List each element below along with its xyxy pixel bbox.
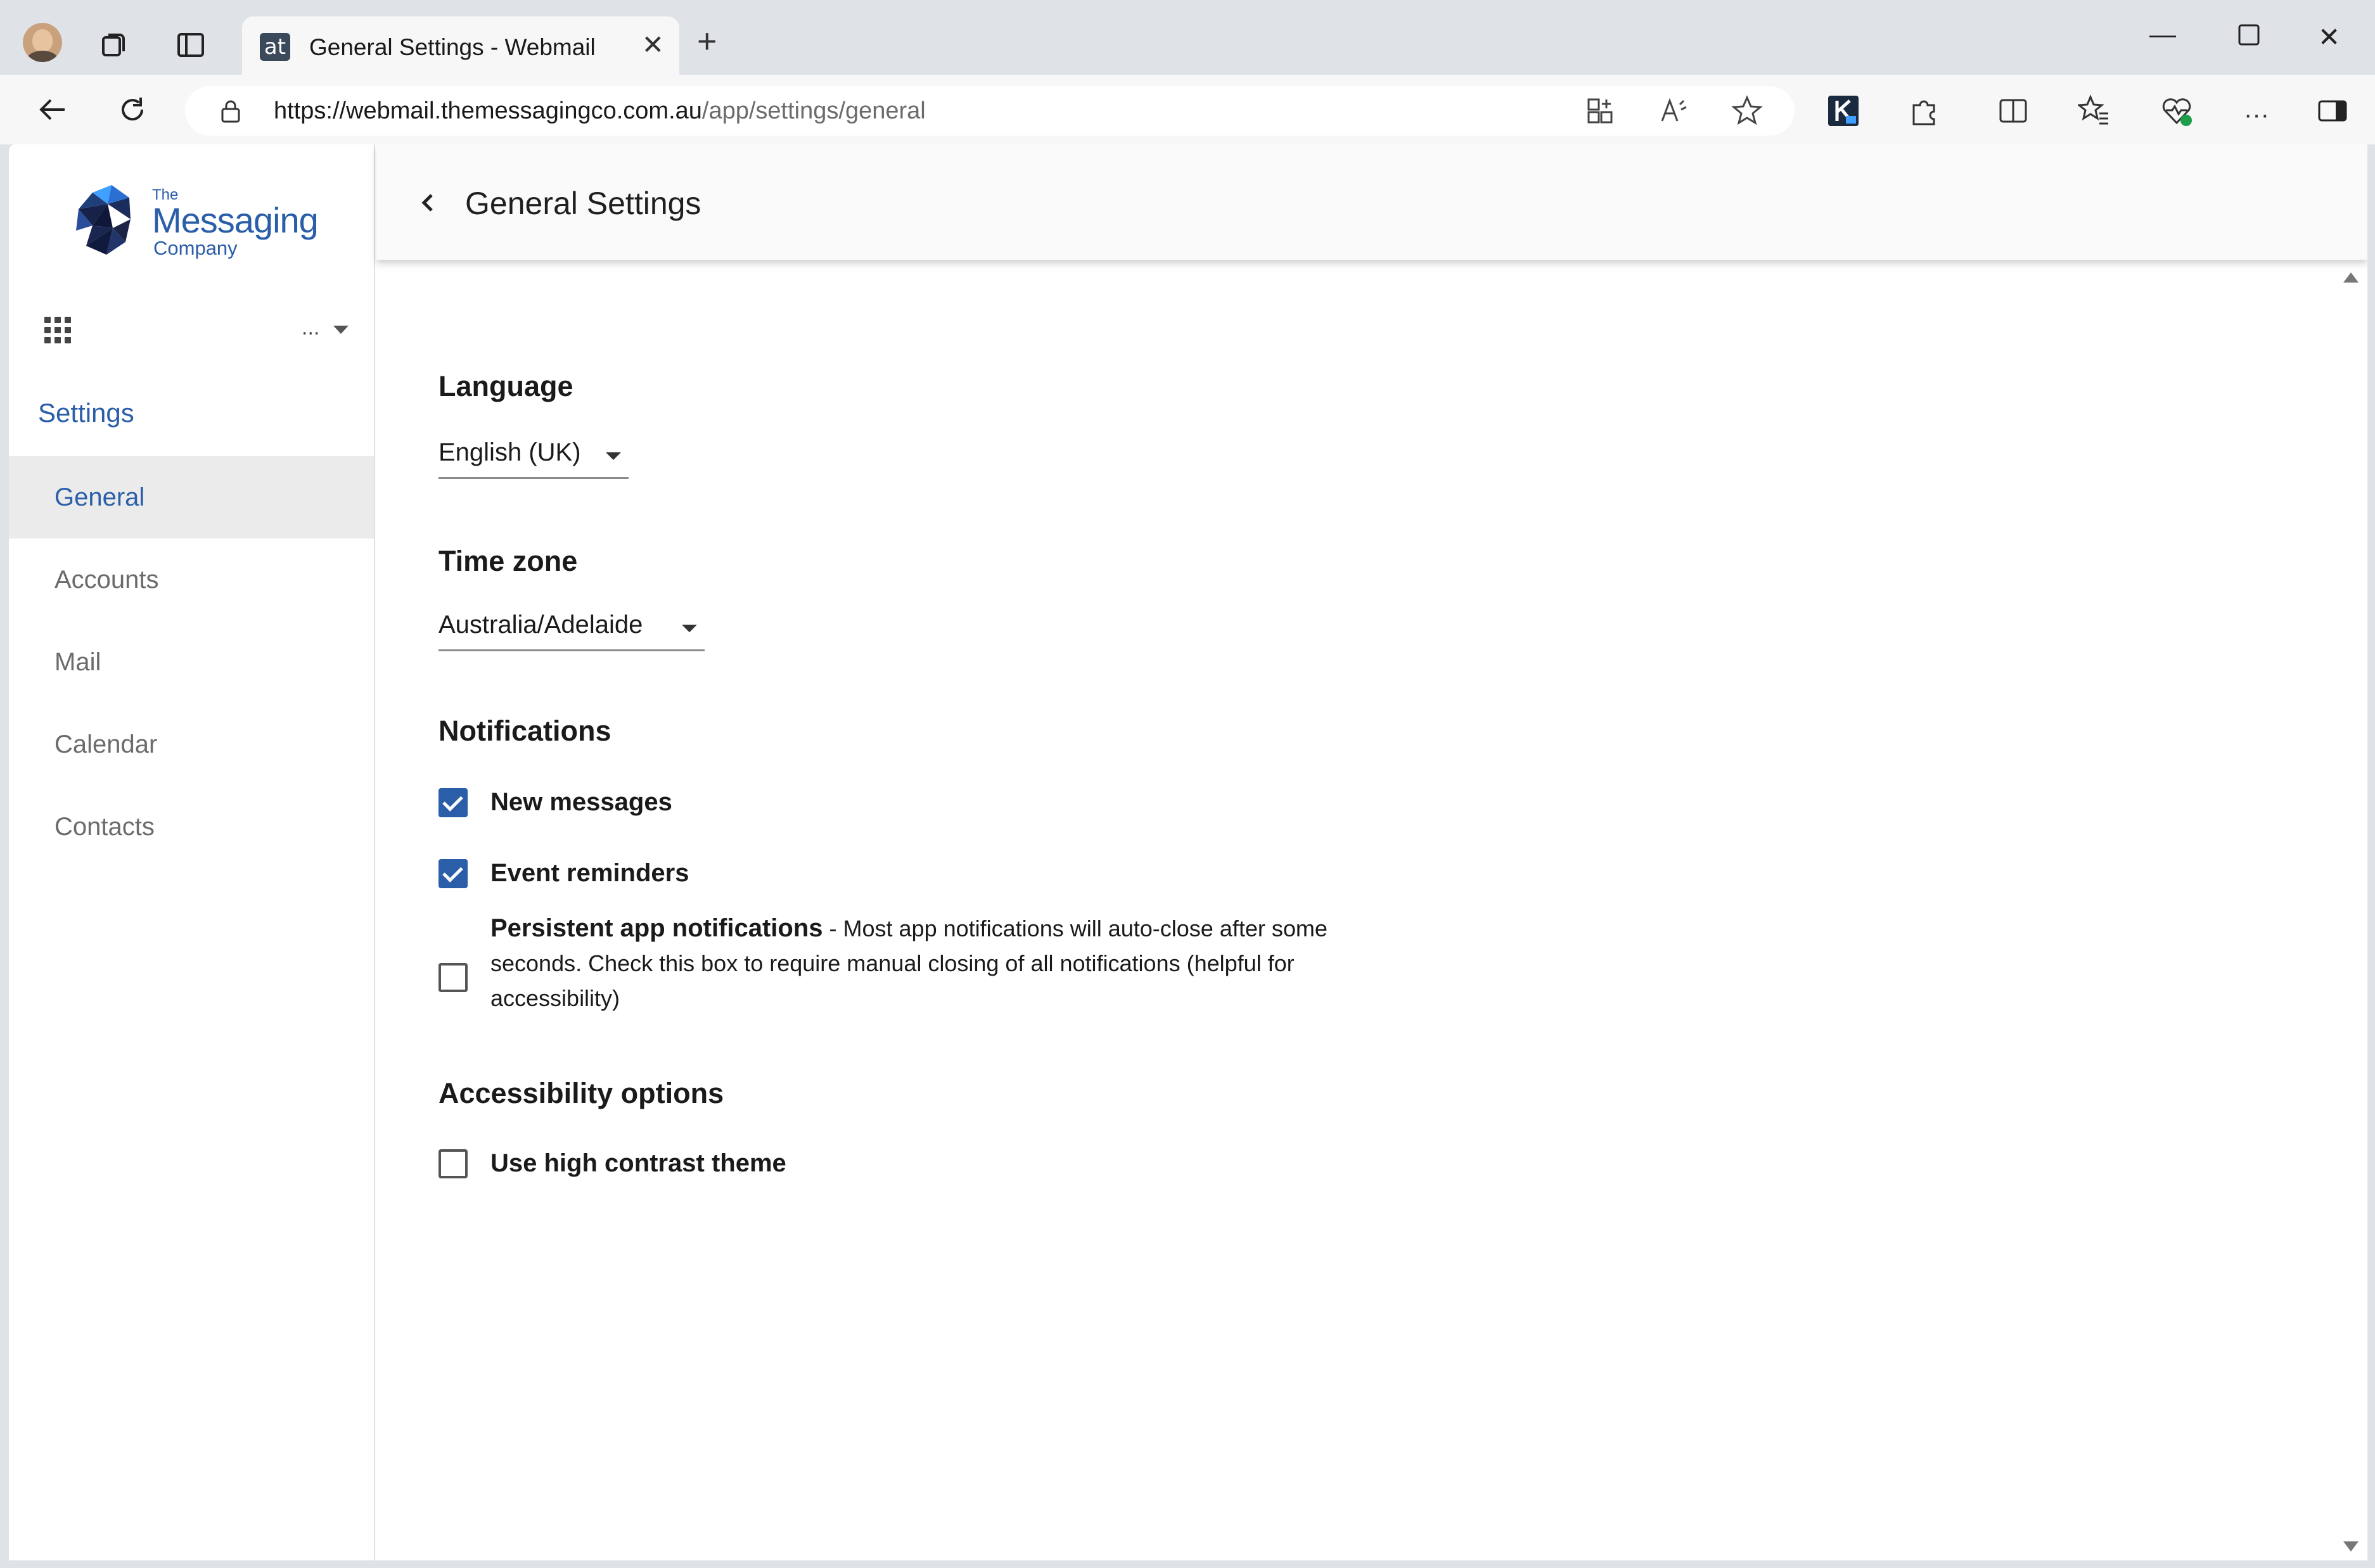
settings-content: General Settings Language English (UK) T…: [376, 144, 2367, 1560]
close-tab-icon[interactable]: ✕: [642, 29, 664, 60]
sidebar-toggle-icon[interactable]: [2315, 94, 2350, 128]
language-heading: Language: [439, 370, 573, 402]
back-chevron-icon[interactable]: [411, 185, 446, 220]
high-contrast-checkbox[interactable]: [439, 1149, 468, 1178]
new-messages-checkbox[interactable]: [439, 788, 468, 817]
chevron-down-icon[interactable]: [333, 326, 349, 334]
tab-favicon: at: [260, 33, 290, 61]
persistent-notifications-label: Persistent app notifications: [490, 914, 823, 942]
tab-title: General Settings - Webmail: [309, 34, 596, 60]
high-contrast-label: Use high contrast theme: [490, 1149, 786, 1177]
settings-nav: General Accounts Mail Calendar Contacts: [9, 456, 374, 868]
maximize-icon[interactable]: [2237, 23, 2262, 54]
accessibility-heading: Accessibility options: [439, 1077, 724, 1109]
logo-wordmark: The Messaging Company: [152, 188, 319, 259]
active-tab[interactable]: at General Settings - Webmail ✕: [242, 16, 679, 75]
notifications-heading: Notifications: [439, 715, 611, 747]
app-available-icon[interactable]: [1583, 94, 1617, 128]
persistent-notifications-text: Persistent app notifications - Most app …: [490, 911, 1340, 1016]
browser-essentials-icon[interactable]: [2160, 94, 2194, 128]
back-arrow-icon[interactable]: [32, 89, 74, 131]
tab-actions-icon[interactable]: [169, 23, 213, 67]
content-header: General Settings: [376, 144, 2367, 260]
extensions-puzzle-icon[interactable]: [1907, 94, 1942, 128]
logo-mark-icon: [76, 185, 131, 255]
extension-k-icon[interactable]: [1826, 94, 1860, 128]
favorites-icon[interactable]: [2077, 94, 2111, 128]
split-screen-icon[interactable]: [1996, 94, 2030, 128]
more-menu-icon[interactable]: ···: [2239, 98, 2274, 132]
scroll-down-icon[interactable]: [2343, 1541, 2359, 1552]
language-select[interactable]: English (UK): [439, 431, 629, 479]
chevron-down-icon: [682, 625, 697, 632]
logo-sub: Company: [153, 237, 238, 259]
sidebar-item-general[interactable]: General: [9, 456, 374, 539]
sidebar: The Messaging Company ... Settings Gener…: [9, 144, 375, 1560]
minimize-icon[interactable]: —: [2149, 19, 2176, 49]
url-text[interactable]: https://webmail.themessagingco.com.au/ap…: [274, 98, 926, 125]
favorite-star-icon[interactable]: [1730, 94, 1764, 128]
new-tab-icon[interactable]: +: [697, 24, 717, 58]
event-reminders-label: Event reminders: [490, 859, 689, 887]
sidebar-item-contacts[interactable]: Contacts: [9, 786, 374, 868]
timezone-heading: Time zone: [439, 545, 578, 577]
read-aloud-icon[interactable]: [1656, 94, 1691, 128]
address-bar[interactable]: https://webmail.themessagingco.com.au/ap…: [185, 86, 1795, 136]
profile-avatar[interactable]: [23, 23, 62, 62]
sidebar-item-mail[interactable]: Mail: [9, 621, 374, 703]
chevron-down-icon: [606, 452, 621, 460]
lock-icon[interactable]: [219, 99, 242, 127]
company-logo[interactable]: The Messaging Company: [67, 180, 319, 262]
workspaces-icon[interactable]: [93, 22, 137, 66]
logo-main: Messaging: [152, 200, 319, 240]
close-window-icon[interactable]: ✕: [2318, 22, 2340, 53]
sidebar-item-accounts[interactable]: Accounts: [9, 539, 374, 621]
account-more-text: ...: [302, 316, 320, 340]
webmail-page: The Messaging Company ... Settings Gener…: [9, 144, 2367, 1560]
sidebar-item-calendar[interactable]: Calendar: [9, 703, 374, 786]
account-switcher[interactable]: ...: [35, 310, 365, 348]
language-value: English (UK): [439, 438, 581, 466]
timezone-select[interactable]: Australia/Adelaide: [439, 603, 705, 651]
new-messages-label: New messages: [490, 788, 672, 816]
event-reminders-checkbox[interactable]: [439, 859, 468, 888]
apps-grid-icon[interactable]: [44, 317, 71, 343]
browser-titlebar: at General Settings - Webmail ✕ + — ✕: [0, 0, 2375, 75]
page-title: General Settings: [465, 186, 701, 221]
persistent-notifications-checkbox[interactable]: [439, 963, 468, 992]
browser-toolbar: https://webmail.themessagingco.com.au/ap…: [0, 75, 2375, 144]
scroll-up-icon[interactable]: [2343, 272, 2359, 283]
refresh-icon[interactable]: [112, 89, 153, 131]
settings-heading: Settings: [38, 398, 134, 428]
timezone-value: Australia/Adelaide: [439, 611, 643, 639]
